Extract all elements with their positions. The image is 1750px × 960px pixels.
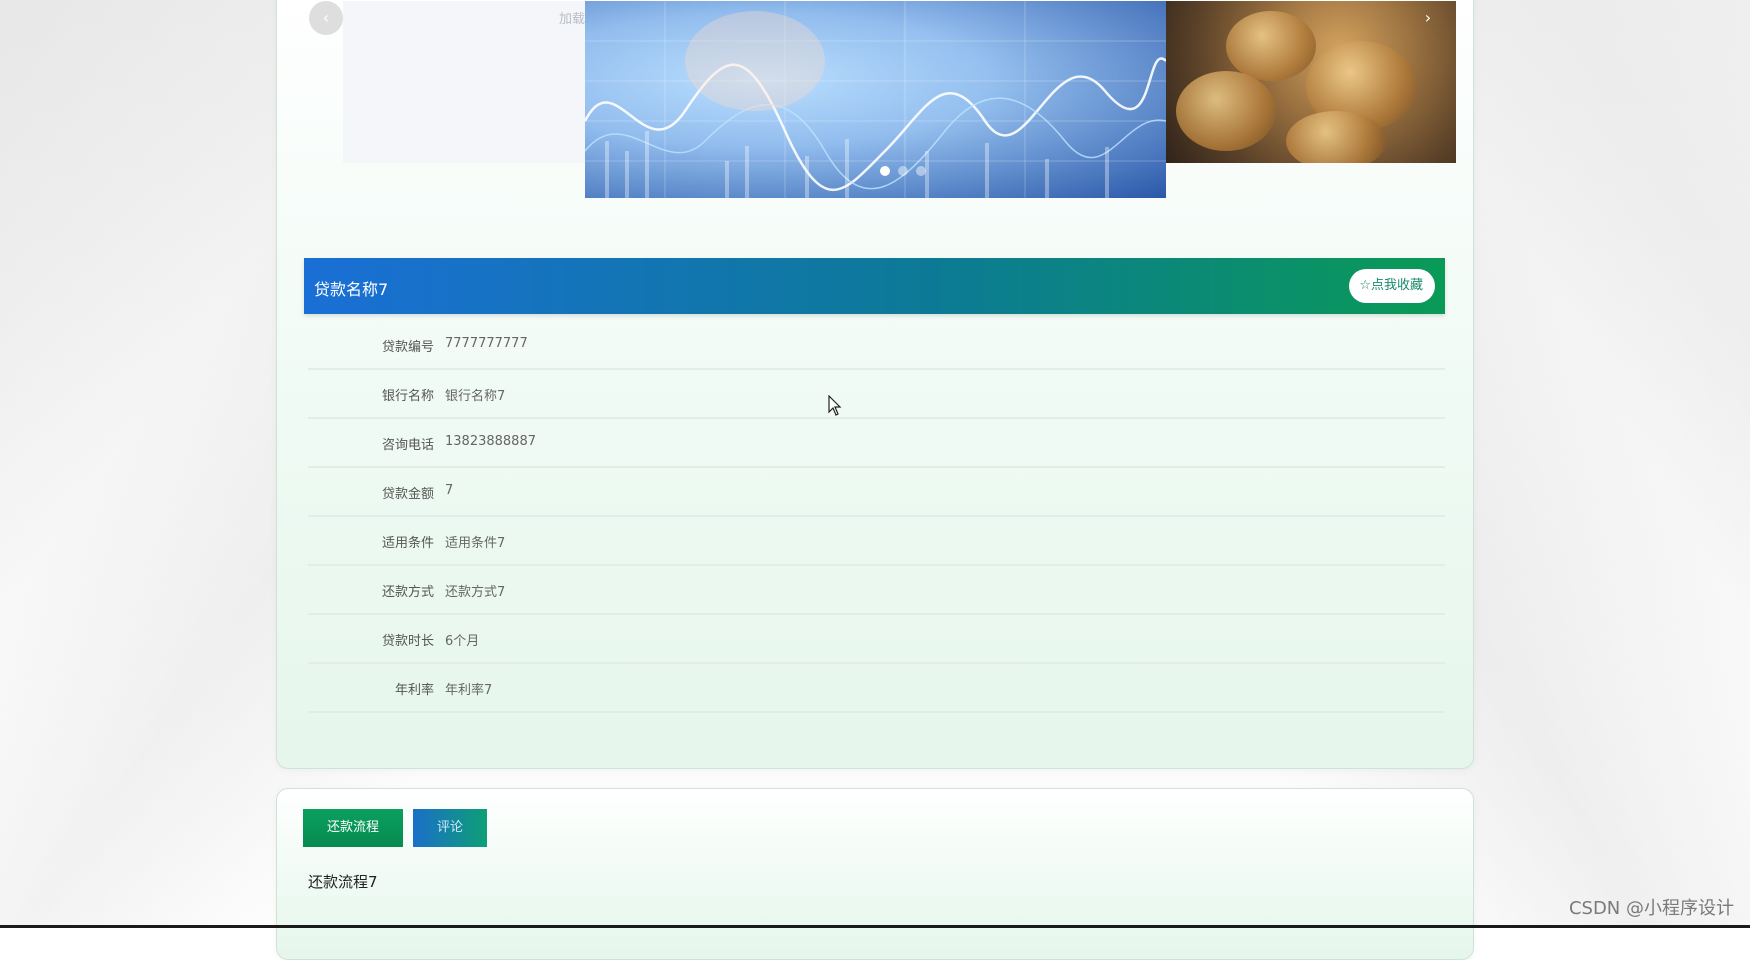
field-label: 贷款时长: [381, 634, 434, 649]
detail-tabs: 还款流程 评论: [303, 809, 488, 847]
field-value: 还款方式7: [445, 585, 506, 600]
field-value: 银行名称7: [445, 389, 506, 404]
field-label: 适用条件: [381, 536, 434, 551]
field-row: 适用条件 适用条件7: [308, 517, 1445, 566]
loan-title-bar: 贷款名称7 ☆点我收藏: [304, 258, 1445, 314]
field-label: 还款方式: [381, 585, 434, 600]
field-value: 年利率7: [445, 683, 493, 698]
field-label: 贷款金额: [381, 487, 434, 502]
tab-repayment-process[interactable]: 还款流程: [303, 809, 404, 847]
loan-title: 贷款名称7: [314, 280, 389, 299]
field-row: 贷款时长 6个月: [308, 615, 1445, 664]
slide-caption: 加载: [559, 12, 586, 27]
carousel-slide-finance-chart: [585, 1, 1166, 198]
field-value: 13823888887: [445, 434, 536, 449]
field-row: 贷款编号 7777777777: [308, 321, 1445, 370]
field-row: 银行名称 银行名称7: [308, 370, 1445, 419]
field-value: 适用条件7: [445, 536, 506, 551]
field-value: 7777777777: [445, 336, 528, 351]
field-label: 咨询电话: [381, 438, 434, 453]
field-row: 贷款金额 7: [308, 468, 1445, 517]
field-row: 年利率 年利率7: [308, 664, 1445, 713]
carousel-dot[interactable]: [880, 166, 890, 176]
repayment-card: 还款流程 评论 还款流程7: [276, 788, 1474, 960]
carousel-dot[interactable]: [898, 166, 908, 176]
carousel-prev-icon[interactable]: ‹: [309, 1, 343, 35]
favorite-button[interactable]: ☆点我收藏: [1349, 269, 1435, 303]
field-value: 7: [445, 483, 454, 498]
carousel-dot[interactable]: [916, 166, 926, 176]
carousel-indicators: [880, 166, 926, 176]
carousel-next-icon[interactable]: ›: [1417, 7, 1439, 29]
field-row: 咨询电话 13823888887: [308, 419, 1445, 468]
carousel-slide-coins: [1166, 1, 1456, 163]
watermark: CSDN @小程序设计: [1568, 898, 1734, 919]
field-label: 贷款编号: [381, 340, 434, 355]
field-row: 还款方式 还款方式7: [308, 566, 1445, 615]
field-label: 年利率: [394, 683, 434, 698]
mouse-pointer-icon: [828, 394, 842, 421]
loan-detail-card: 加载 ‹ › 贷款名称7 ☆点我收藏 贷款编号 7777777777 银行名称 …: [276, 0, 1474, 769]
tab-content: 还款流程7: [308, 873, 378, 891]
image-carousel[interactable]: 加载 ‹ ›: [277, 0, 1473, 221]
field-label: 银行名称: [381, 389, 434, 404]
tab-comments[interactable]: 评论: [413, 809, 488, 847]
loan-fields: 贷款编号 7777777777 银行名称 银行名称7 咨询电话 13823888…: [308, 321, 1445, 713]
field-value: 6个月: [445, 634, 480, 649]
